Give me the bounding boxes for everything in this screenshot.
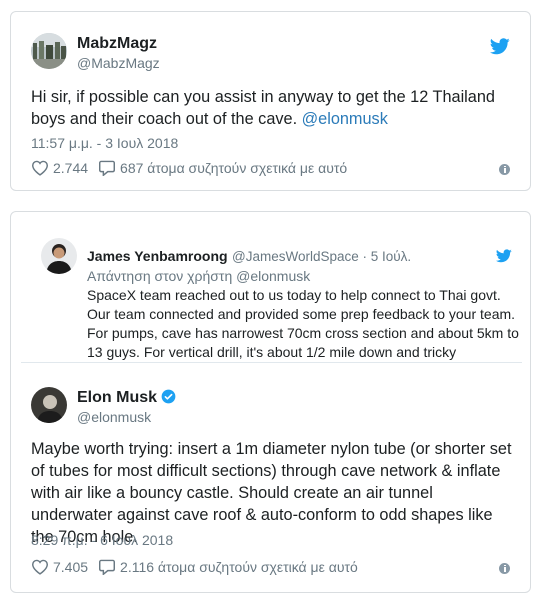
twitter-bird-icon[interactable] bbox=[490, 38, 510, 55]
author-handle[interactable]: @MabzMagz bbox=[77, 55, 160, 71]
tweet-text: Hi sir, if possible can you assist in an… bbox=[31, 86, 513, 130]
reply-count-text: 687 άτομα συζητούν σχετικά με αυτό bbox=[120, 160, 348, 176]
author-name[interactable]: Elon Musk bbox=[77, 389, 176, 407]
like-count: 7.405 bbox=[53, 559, 89, 575]
tweet-card-mabzmagz: MabzMagz @MabzMagz Hi sir, if possible c… bbox=[10, 11, 531, 191]
reply-bubble-icon bbox=[99, 160, 116, 176]
quoted-author-handle[interactable]: @JamesWorldSpace · 5 Ιούλ. bbox=[232, 249, 411, 264]
heart-icon bbox=[31, 559, 49, 575]
reply-button[interactable]: 2.116 άτομα συζητούν σχετικά με αυτό bbox=[98, 559, 358, 575]
like-count: 2.744 bbox=[53, 160, 89, 176]
avatar-jamesworldspace[interactable] bbox=[41, 238, 77, 274]
avatar-elonmusk[interactable] bbox=[31, 387, 67, 423]
tweet-timestamp[interactable]: 11:57 μ.μ. - 3 Ιουλ 2018 bbox=[31, 135, 178, 151]
reply-bubble-icon bbox=[99, 559, 116, 575]
tweet-text-body: Hi sir, if possible can you assist in an… bbox=[31, 88, 495, 128]
quoted-author-name[interactable]: James Yenbamroong bbox=[87, 248, 228, 264]
heart-icon bbox=[31, 160, 49, 176]
twitter-bird-icon[interactable] bbox=[496, 249, 512, 263]
avatar-mabzmagz[interactable] bbox=[31, 33, 67, 69]
tweet-actions: 2.744 687 άτομα συζητούν σχετικά με αυτό bbox=[31, 160, 347, 176]
verified-badge-icon bbox=[161, 389, 176, 404]
info-icon[interactable] bbox=[499, 164, 510, 175]
mention-link[interactable]: @elonmusk bbox=[302, 110, 388, 128]
tweet-card-elonmusk: James Yenbamroong @JamesWorldSpace · 5 Ι… bbox=[10, 211, 531, 593]
reply-to-label[interactable]: Απάντηση στον χρήστη @elonmusk bbox=[87, 268, 310, 284]
info-icon[interactable] bbox=[499, 563, 510, 574]
quoted-tweet-text: SpaceX team reached out to us today to h… bbox=[87, 287, 519, 360]
tweet-timestamp[interactable]: 8:29 π.μ. - 6 Ιουλ 2018 bbox=[31, 532, 173, 548]
tweet-actions: 7.405 2.116 άτομα συζητούν σχετικά με αυ… bbox=[31, 559, 358, 575]
like-button[interactable]: 2.744 bbox=[31, 160, 88, 176]
author-name[interactable]: MabzMagz bbox=[77, 35, 157, 53]
quoted-tweet[interactable]: James Yenbamroong @JamesWorldSpace · 5 Ι… bbox=[21, 222, 522, 363]
author-handle[interactable]: @elonmusk bbox=[77, 409, 151, 425]
author-name-text: Elon Musk bbox=[77, 389, 158, 406]
like-button[interactable]: 7.405 bbox=[31, 559, 88, 575]
reply-button[interactable]: 687 άτομα συζητούν σχετικά με αυτό bbox=[98, 160, 347, 176]
reply-count-text: 2.116 άτομα συζητούν σχετικά με αυτό bbox=[120, 559, 358, 575]
